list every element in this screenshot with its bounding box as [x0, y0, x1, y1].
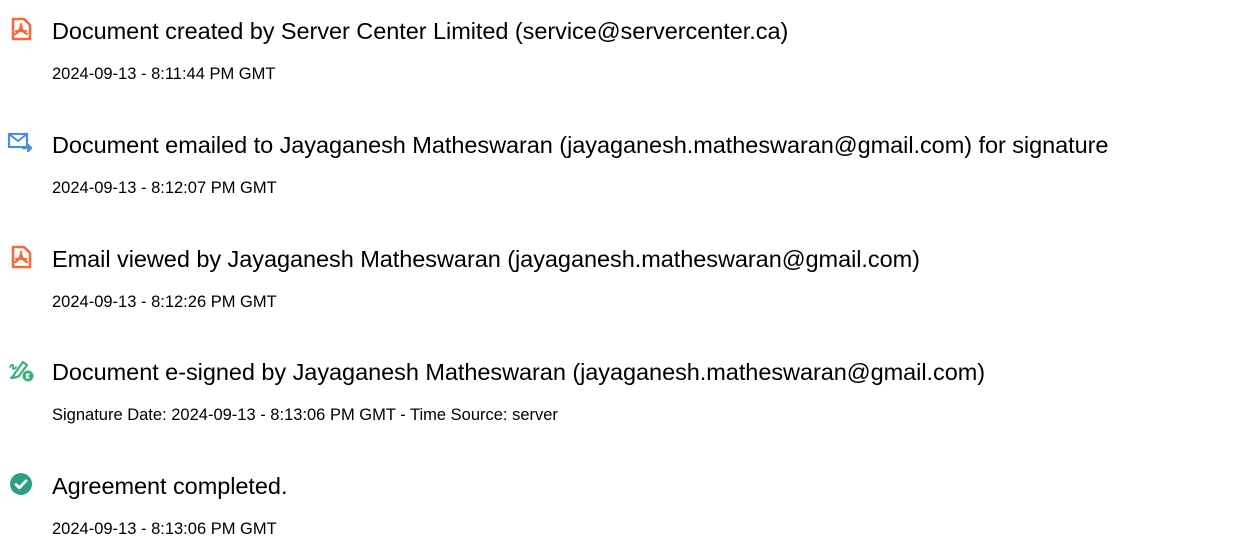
pen-signature-icon	[7, 356, 35, 384]
event-email-viewed: Email viewed by Jayaganesh Matheswaran (…	[0, 243, 1253, 323]
event-signature-details: Signature Date: 2024-09-13 - 8:13:06 PM …	[52, 406, 558, 424]
event-title: Document emailed to Jayaganesh Matheswar…	[52, 132, 1109, 158]
check-circle-icon	[7, 470, 35, 498]
event-title: Document created by Server Center Limite…	[52, 18, 789, 44]
event-document-emailed: Document emailed to Jayaganesh Matheswar…	[0, 129, 1253, 209]
email-icon	[7, 129, 35, 157]
event-document-created: Document created by Server Center Limite…	[0, 15, 1253, 95]
event-title: Email viewed by Jayaganesh Matheswaran (…	[52, 246, 920, 272]
event-document-e-signed: Document e-signed by Jayaganesh Matheswa…	[0, 356, 1253, 436]
event-agreement-completed: Agreement completed. 2024-09-13 - 8:13:0…	[0, 470, 1253, 550]
event-timestamp: 2024-09-13 - 8:12:07 PM GMT	[52, 179, 277, 197]
event-timestamp: 2024-09-13 - 8:12:26 PM GMT	[52, 293, 277, 311]
event-title: Agreement completed.	[52, 473, 288, 499]
audit-trail-timeline: Document created by Server Center Limite…	[0, 0, 1253, 540]
event-title: Document e-signed by Jayaganesh Matheswa…	[52, 359, 986, 385]
event-timestamp: 2024-09-13 - 8:11:44 PM GMT	[52, 65, 276, 83]
document-icon	[7, 15, 35, 43]
event-timestamp: 2024-09-13 - 8:13:06 PM GMT	[52, 520, 277, 538]
document-icon	[7, 243, 35, 271]
